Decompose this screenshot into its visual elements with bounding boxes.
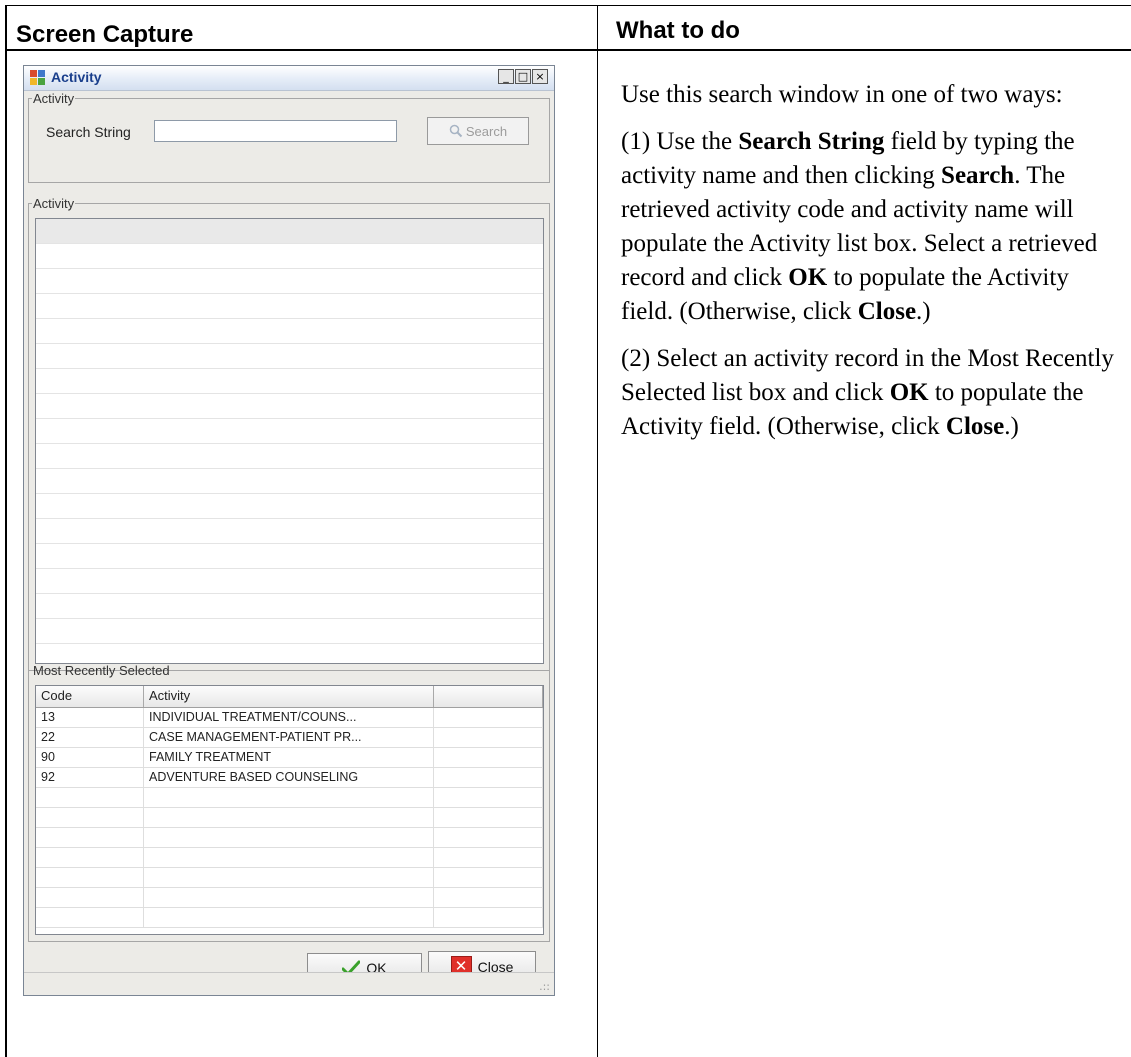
results-list-row[interactable]	[36, 419, 543, 444]
maximize-icon[interactable]: □	[515, 69, 531, 84]
activity-app-icon	[30, 70, 46, 86]
cell-blank	[434, 848, 543, 867]
column-header-activity[interactable]: Activity	[144, 686, 434, 707]
cell-activity	[144, 808, 434, 827]
cell-code	[36, 908, 144, 927]
table-row[interactable]	[36, 888, 543, 908]
search-string-label: Search String	[46, 124, 131, 140]
table-row[interactable]	[36, 848, 543, 868]
cell-blank	[434, 888, 543, 907]
activity-results-list[interactable]	[35, 218, 544, 664]
close-window-icon[interactable]: ×	[532, 69, 548, 84]
results-list-row[interactable]	[36, 469, 543, 494]
title-bar[interactable]: Activity _ □ ×	[24, 66, 554, 91]
results-list-row[interactable]	[36, 569, 543, 594]
cell-activity	[144, 888, 434, 907]
cell-activity: FAMILY TREATMENT	[144, 748, 434, 767]
results-list-row[interactable]	[36, 344, 543, 369]
search-string-input[interactable]	[154, 120, 397, 142]
table-row[interactable]: 92 ADVENTURE BASED COUNSELING	[36, 768, 543, 788]
results-list-row[interactable]	[36, 444, 543, 469]
results-group-label: Activity	[33, 196, 75, 211]
magnifier-icon	[449, 124, 463, 138]
cell-blank	[434, 748, 543, 767]
cell-code	[36, 848, 144, 867]
table-row[interactable]: 22 CASE MANAGEMENT-PATIENT PR...	[36, 728, 543, 748]
header-screen-capture: Screen Capture	[16, 21, 194, 48]
column-header-blank[interactable]	[434, 686, 543, 707]
cell-blank	[434, 828, 543, 847]
cell-blank	[434, 768, 543, 787]
cell-blank	[434, 868, 543, 887]
resize-grip-icon[interactable]: .::	[539, 980, 550, 993]
results-list-row[interactable]	[36, 369, 543, 394]
results-list-row[interactable]	[36, 519, 543, 544]
status-bar: .::	[24, 972, 554, 995]
results-list-row[interactable]	[36, 294, 543, 319]
cell-blank	[434, 708, 543, 727]
search-button-label: Search	[465, 123, 508, 139]
table-row[interactable]	[36, 828, 543, 848]
results-list-row[interactable]	[36, 219, 543, 244]
window-controls: _ □ ×	[497, 69, 548, 86]
cell-activity	[144, 908, 434, 927]
cell-code: 92	[36, 768, 144, 787]
table-column-divider	[597, 5, 598, 1057]
recent-activity-grid[interactable]: Code Activity 13 INDIVIDUAL TREATMENT/COU…	[35, 685, 544, 935]
cell-activity	[144, 848, 434, 867]
header-what-to-do: What to do	[616, 17, 740, 44]
results-list-row[interactable]	[36, 544, 543, 569]
cell-code	[36, 888, 144, 907]
table-row[interactable]: 90 FAMILY TREATMENT	[36, 748, 543, 768]
grid-body: 13 INDIVIDUAL TREATMENT/COUNS... 22 CASE MA…	[36, 708, 543, 928]
cell-activity	[144, 828, 434, 847]
cell-code: 90	[36, 748, 144, 767]
results-list-row[interactable]	[36, 394, 543, 419]
instruction-paragraph-3: (2) Select an activity record in the Mos…	[621, 345, 1114, 440]
header-bottom-border	[5, 49, 1131, 51]
activity-dialog: Activity _ □ × Activity Search String Se…	[23, 65, 555, 996]
cell-activity: ADVENTURE BASED COUNSELING	[144, 768, 434, 787]
cell-code	[36, 808, 144, 827]
cell-blank	[434, 788, 543, 807]
table-top-border	[5, 5, 1131, 6]
results-list-row[interactable]	[36, 244, 543, 269]
instructions-text: Use this search window in one of two way…	[621, 78, 1126, 457]
cell-activity	[144, 868, 434, 887]
cell-code	[36, 828, 144, 847]
table-row[interactable]	[36, 788, 543, 808]
search-group-label: Activity	[33, 91, 75, 106]
results-list-row[interactable]	[36, 269, 543, 294]
cell-activity: INDIVIDUAL TREATMENT/COUNS...	[144, 708, 434, 727]
cell-blank	[434, 808, 543, 827]
cell-code	[36, 788, 144, 807]
results-list-row[interactable]	[36, 619, 543, 644]
table-left-border	[5, 5, 7, 1057]
cell-blank	[434, 728, 543, 747]
results-list-row[interactable]	[36, 319, 543, 344]
results-list-row[interactable]	[36, 494, 543, 519]
cell-blank	[434, 908, 543, 927]
table-row[interactable]	[36, 808, 543, 828]
column-header-code[interactable]: Code	[36, 686, 144, 707]
cell-activity: CASE MANAGEMENT-PATIENT PR...	[144, 728, 434, 747]
cell-code	[36, 868, 144, 887]
cell-code: 22	[36, 728, 144, 747]
table-row[interactable]	[36, 908, 543, 928]
cell-activity	[144, 788, 434, 807]
cell-code: 13	[36, 708, 144, 727]
results-list-row[interactable]	[36, 594, 543, 619]
table-row[interactable]: 13 INDIVIDUAL TREATMENT/COUNS...	[36, 708, 543, 728]
search-button[interactable]: Search	[427, 117, 529, 145]
minimize-icon[interactable]: _	[498, 69, 514, 84]
grid-header: Code Activity	[36, 686, 543, 708]
instruction-paragraph-2: (1) Use the Search String field by typin…	[621, 128, 1098, 325]
window-title: Activity	[51, 69, 102, 85]
table-row[interactable]	[36, 868, 543, 888]
recent-group-label: Most Recently Selected	[33, 663, 170, 678]
instruction-paragraph-1: Use this search window in one of two way…	[621, 81, 1063, 108]
